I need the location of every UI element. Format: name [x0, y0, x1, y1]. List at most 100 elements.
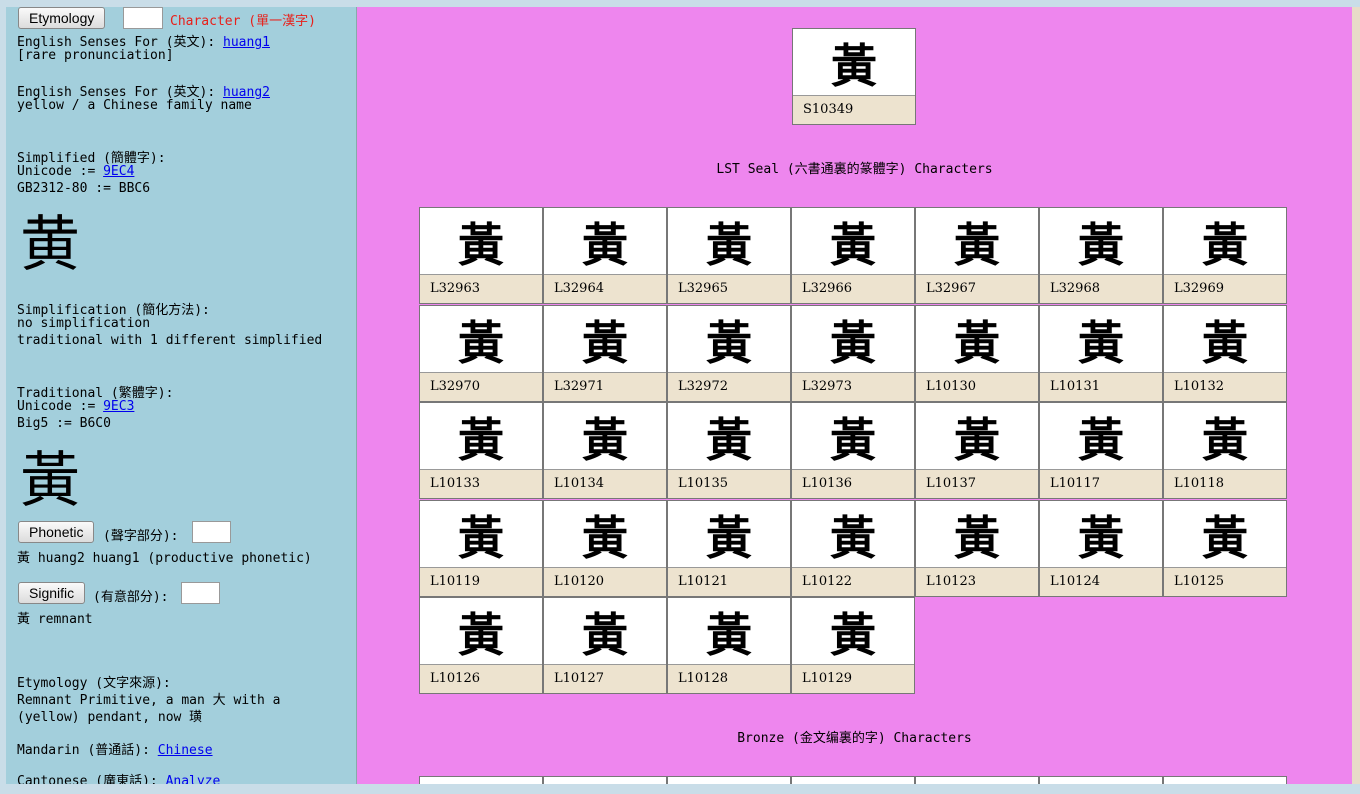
phonetic-label: (聲字部分):	[103, 529, 179, 544]
seal-cell[interactable]: 黃 L10117	[1039, 402, 1163, 499]
phonetic-input[interactable]	[192, 521, 231, 543]
seal-glyph: 黃	[706, 413, 752, 467]
seal-glyph: 黃	[1078, 413, 1124, 467]
seal-code: L10127	[544, 664, 666, 693]
seal-cell[interactable]: 黃 L32972	[667, 305, 791, 402]
seal-code: L32964	[544, 274, 666, 303]
seal-cell[interactable]: 黃 L10126	[419, 597, 543, 694]
seal-glyph: 黃	[830, 316, 876, 370]
seal-cell[interactable]: 黃 L32967	[915, 207, 1039, 304]
bronze-cell[interactable]	[915, 776, 1039, 784]
seal-code: L10120	[544, 567, 666, 596]
seal-cell[interactable]: 黃 L10135	[667, 402, 791, 499]
bronze-cell[interactable]	[419, 776, 543, 784]
seal-glyph: 黃	[458, 413, 504, 467]
seal-code: L10117	[1040, 469, 1162, 498]
signific-input[interactable]	[181, 582, 220, 604]
seal-glyph: 黃	[706, 316, 752, 370]
seal-code: L10132	[1164, 372, 1286, 401]
seal-cell[interactable]: 黃 L10137	[915, 402, 1039, 499]
seal-cell[interactable]: 黃 L10125	[1163, 500, 1287, 597]
seal-code: L10119	[420, 567, 542, 596]
character-label: Character (單一漢字)	[170, 14, 316, 29]
seal-glyph: 黃	[1202, 218, 1248, 272]
senses1-link[interactable]: huang1	[223, 35, 270, 50]
seal-cell[interactable]: 黃 L10132	[1163, 305, 1287, 402]
top-character-cell[interactable]: 黃 S10349	[792, 28, 916, 125]
seal-code: L32966	[792, 274, 914, 303]
signific-text: 黃 remnant	[17, 612, 93, 627]
simplified-gb: GB2312-80 := BBC6	[17, 181, 151, 196]
seal-glyph: 黃	[830, 608, 876, 662]
seal-cell[interactable]: 黃 L10133	[419, 402, 543, 499]
seal-cell[interactable]: 黃 L32968	[1039, 207, 1163, 304]
simplified-unicode-label: Unicode :=	[17, 164, 104, 179]
traditional-unicode-link[interactable]: 9EC3	[103, 399, 134, 414]
seal-cell[interactable]: 黃 L32963	[419, 207, 543, 304]
seal-cell[interactable]: 黃 L32969	[1163, 207, 1287, 304]
seal-cell[interactable]: 黃 L10129	[791, 597, 915, 694]
left-panel: Etymology Character (單一漢字) English Sense…	[6, 7, 357, 784]
seal-glyph: 黃	[458, 608, 504, 662]
cantonese-row: Cantonese (廣東話): Analyze	[17, 770, 220, 784]
character-input[interactable]	[123, 7, 163, 29]
seal-cell[interactable]: 黃 L10118	[1163, 402, 1287, 499]
seal-cell[interactable]: 黃 L10119	[419, 500, 543, 597]
simplified-unicode-row: Unicode := 9EC4	[17, 164, 134, 179]
seal-code: L10123	[916, 567, 1038, 596]
seal-code: L10118	[1164, 469, 1286, 498]
seal-cell[interactable]: 黃 L32971	[543, 305, 667, 402]
seal-glyph: 黃	[458, 218, 504, 272]
seal-cell[interactable]: 黃 L10128	[667, 597, 791, 694]
seal-cell[interactable]: 黃 L32964	[543, 207, 667, 304]
seal-code: L10133	[420, 469, 542, 498]
seal-code: L32968	[1040, 274, 1162, 303]
seal-cell[interactable]: 黃 L10131	[1039, 305, 1163, 402]
seal-cell[interactable]: 黃 L10134	[543, 402, 667, 499]
seal-cell[interactable]: 黃 L10127	[543, 597, 667, 694]
seal-cell[interactable]: 黃 L10120	[543, 500, 667, 597]
seal-code: L10129	[792, 664, 914, 693]
bronze-cell[interactable]	[1039, 776, 1163, 784]
seal-code: L32967	[916, 274, 1038, 303]
seal-cell[interactable]: 黃 L32973	[791, 305, 915, 402]
seal-code: L32970	[420, 372, 542, 401]
cantonese-label: Cantonese (廣東話):	[17, 774, 166, 784]
seal-cell[interactable]: 黃 L10130	[915, 305, 1039, 402]
right-panel: 黃 S10349 LST Seal (六書通裏的篆體字) Characters …	[357, 7, 1352, 784]
seal-glyph: 黃	[582, 511, 628, 565]
seal-cell[interactable]: 黃 L32966	[791, 207, 915, 304]
seal-glyph: 黃	[830, 413, 876, 467]
seal-cell[interactable]: 黃 L32965	[667, 207, 791, 304]
seal-glyph: 黃	[954, 218, 1000, 272]
seal-code: L32963	[420, 274, 542, 303]
seal-cell[interactable]: 黃 L10123	[915, 500, 1039, 597]
seal-glyph: 黃	[830, 218, 876, 272]
signific-button[interactable]: Signific	[18, 582, 86, 604]
bronze-cell[interactable]	[791, 776, 915, 784]
bronze-cell[interactable]	[543, 776, 667, 784]
mandarin-label: Mandarin (普通話):	[17, 743, 158, 758]
seal-cell[interactable]: 黃 L32970	[419, 305, 543, 402]
seal-code: L32973	[792, 372, 914, 401]
traditional-big5: Big5 := B6C0	[17, 416, 111, 431]
senses1-text: [rare pronunciation]	[17, 48, 174, 63]
etymology-button[interactable]: Etymology	[18, 7, 106, 29]
bronze-cell[interactable]	[667, 776, 791, 784]
cantonese-link[interactable]: Analyze	[166, 774, 221, 784]
phonetic-button[interactable]: Phonetic	[18, 521, 95, 543]
seal-cell[interactable]: 黃 L10136	[791, 402, 915, 499]
seal-code: L32969	[1164, 274, 1286, 303]
seal-glyph: 黃	[1078, 511, 1124, 565]
scrollbar-edge[interactable]	[1352, 7, 1360, 784]
mandarin-link[interactable]: Chinese	[158, 743, 213, 758]
phonetic-text: 黃 huang2 huang1 (productive phonetic)	[17, 551, 312, 566]
seal-cell[interactable]: 黃 L10121	[667, 500, 791, 597]
simplified-unicode-link[interactable]: 9EC4	[103, 164, 134, 179]
seal-cell[interactable]: 黃 L10124	[1039, 500, 1163, 597]
seal-code: L10130	[916, 372, 1038, 401]
seal-code: L10121	[668, 567, 790, 596]
bronze-cell[interactable]	[1163, 776, 1287, 784]
seal-cell[interactable]: 黃 L10122	[791, 500, 915, 597]
seal-glyph: 黃	[582, 608, 628, 662]
